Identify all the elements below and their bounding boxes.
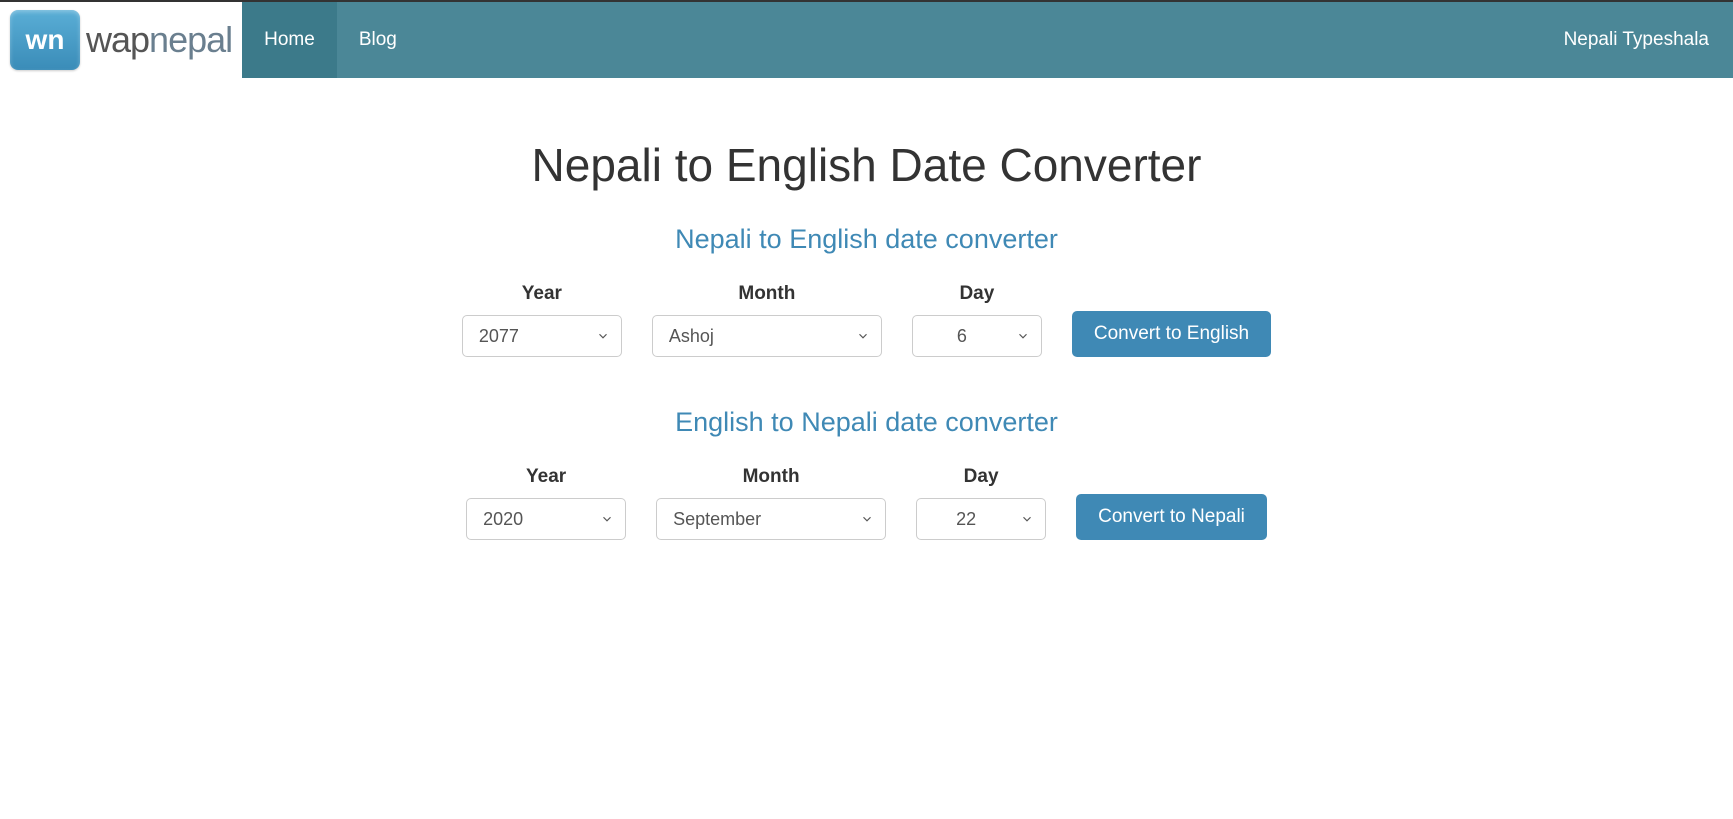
logo-icon: wn: [10, 10, 80, 70]
field-day-nepali: Day 6: [912, 283, 1042, 357]
field-day-english: Day 22: [916, 466, 1046, 540]
nav-items: Home Blog: [242, 2, 1539, 78]
label-day: Day: [959, 283, 994, 305]
select-month-english[interactable]: September: [656, 498, 886, 540]
nav-item-home[interactable]: Home: [242, 2, 337, 78]
select-month-nepali[interactable]: Ashoj: [652, 315, 882, 357]
field-year-nepali: Year 2077: [462, 283, 622, 357]
field-month-english: Month September: [656, 466, 886, 540]
convert-to-english-button[interactable]: Convert to English: [1072, 311, 1271, 357]
label-day: Day: [964, 466, 999, 488]
label-month: Month: [743, 466, 800, 488]
label-month: Month: [738, 283, 795, 305]
section-title-nepali-to-english: Nepali to English date converter: [337, 224, 1397, 255]
logo-text: wapnepal: [86, 19, 232, 61]
nav-item-blog[interactable]: Blog: [337, 2, 419, 78]
label-year: Year: [526, 466, 566, 488]
converter-nepali-to-english: Year 2077 Month Ashoj Day: [337, 283, 1397, 357]
logo[interactable]: wn wapnepal: [0, 2, 242, 78]
select-day-nepali[interactable]: 6: [912, 315, 1042, 357]
section-title-english-to-nepali: English to Nepali date converter: [337, 407, 1397, 438]
converter-english-to-nepali: Year 2020 Month September: [337, 466, 1397, 540]
convert-to-nepali-button[interactable]: Convert to Nepali: [1076, 494, 1267, 540]
field-year-english: Year 2020: [466, 466, 626, 540]
label-year: Year: [522, 283, 562, 305]
nav-link-typeshala[interactable]: Nepali Typeshala: [1540, 2, 1733, 78]
select-year-english[interactable]: 2020: [466, 498, 626, 540]
select-day-english[interactable]: 22: [916, 498, 1046, 540]
field-month-nepali: Month Ashoj: [652, 283, 882, 357]
select-year-nepali[interactable]: 2077: [462, 315, 622, 357]
page-title: Nepali to English Date Converter: [337, 138, 1397, 192]
navbar: wn wapnepal Home Blog Nepali Typeshala: [0, 0, 1733, 78]
main-content: Nepali to English Date Converter Nepali …: [317, 78, 1417, 650]
